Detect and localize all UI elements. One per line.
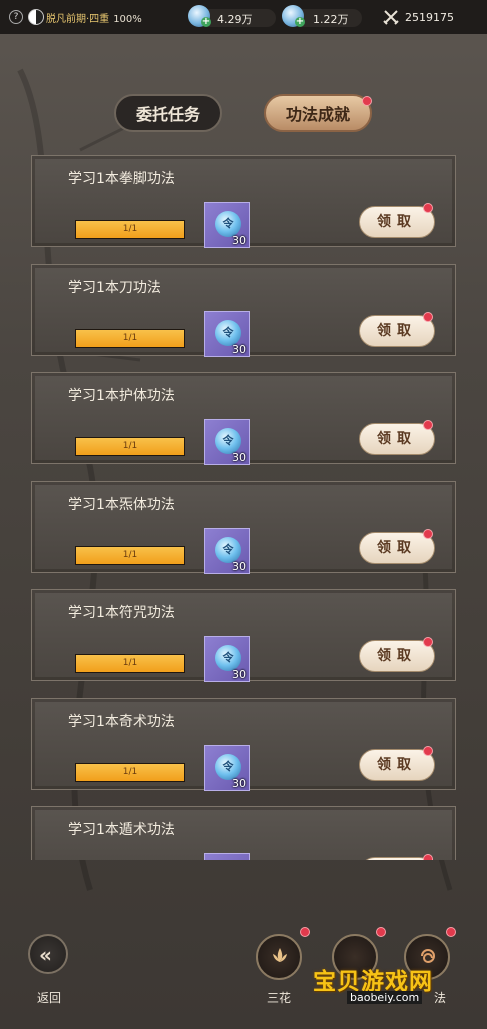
progress-text: 1/1 xyxy=(122,549,138,560)
list-item: 学习1本护体功法 1/1 令 30 领取 xyxy=(31,372,456,465)
crossed-swords-icon xyxy=(383,10,399,25)
combat-power-value: 2519175 xyxy=(405,11,454,24)
top-status-bar: ? 脱凡前期·四重 100% + 4.29万 + 1.22万 2519175 xyxy=(0,0,487,34)
progress-text: 1/1 xyxy=(122,224,138,234)
progress-bar: 1/1 xyxy=(75,545,185,565)
notification-dot xyxy=(423,745,433,756)
reward-quantity: 30 xyxy=(232,776,246,790)
reward-item[interactable]: 令 30 xyxy=(204,310,250,357)
sanhua-button[interactable] xyxy=(256,934,302,980)
currency-spirit-stone[interactable]: + 4.29万 xyxy=(188,5,276,29)
notification-dot xyxy=(423,854,433,860)
tab-commission-tasks[interactable]: 委托任务 xyxy=(114,94,222,132)
plus-icon[interactable]: + xyxy=(201,17,211,27)
progress-text: 1/1 xyxy=(122,332,138,343)
task-title: 学习1本奇术功法 xyxy=(68,713,175,730)
progress-text: 1/1 xyxy=(122,658,138,668)
task-title: 学习1本刀功法 xyxy=(68,279,161,296)
reward-item[interactable]: 令 30 xyxy=(204,636,250,682)
realm-label: 脱凡前期·四重 xyxy=(46,14,110,25)
reward-quantity: 30 xyxy=(232,451,246,464)
reward-item[interactable]: 令 30 xyxy=(204,202,250,248)
notification-dot xyxy=(423,420,433,430)
progress-bar: 1/1 xyxy=(75,654,185,673)
notification-dot xyxy=(362,96,372,106)
plus-icon[interactable]: + xyxy=(295,17,305,27)
site-watermark: 宝贝游戏网 baobeiy.com xyxy=(305,960,455,1010)
back-arrow-icon: « xyxy=(39,943,52,967)
notification-dot xyxy=(423,203,433,213)
notification-dot xyxy=(376,927,386,937)
reward-quantity: 30 xyxy=(232,559,246,573)
lotus-icon xyxy=(273,948,287,962)
realm-percent: 100% xyxy=(113,14,142,25)
list-item: 学习1本炁体功法 1/1 令 30 领取 xyxy=(31,480,456,574)
notification-dot xyxy=(423,637,433,647)
task-title: 学习1本遁术功法 xyxy=(68,822,175,838)
progress-bar: 1/1 xyxy=(75,762,185,782)
notification-dot xyxy=(423,311,433,322)
tab-technique-achievements[interactable]: 功法成就 xyxy=(264,94,372,132)
reward-item[interactable]: 令 30 xyxy=(204,744,250,791)
reward-item[interactable]: 令 30 xyxy=(204,527,250,574)
notification-dot xyxy=(300,927,310,937)
currency-value: 1.22万 xyxy=(313,13,349,26)
task-title: 学习1本炁体功法 xyxy=(68,496,175,513)
reward-quantity: 30 xyxy=(232,668,246,681)
progress-bar: 1/1 xyxy=(75,437,185,456)
currency-jade[interactable]: + 1.22万 xyxy=(282,5,362,29)
reward-item[interactable]: 令 30 xyxy=(204,419,250,465)
back-button[interactable]: « xyxy=(28,934,68,974)
reward-item[interactable]: 令 xyxy=(204,853,250,860)
task-title: 学习1本符咒功法 xyxy=(68,605,175,621)
progress-text: 1/1 xyxy=(122,766,138,777)
achievement-list[interactable]: 学习1本拳脚功法 1/1 令 30 领取 学习1本刀功法 1/1 令 30 领取… xyxy=(31,155,456,860)
watermark-url: baobeiy.com xyxy=(347,991,423,1004)
list-item: 学习1本拳脚功法 1/1 令 30 领取 xyxy=(31,155,456,248)
sanhua-label: 三花 xyxy=(267,991,292,1005)
notification-dot xyxy=(423,528,433,539)
task-title: 学习1本拳脚功法 xyxy=(68,171,175,187)
progress-bar: 1/1 xyxy=(75,328,185,348)
back-label: 返回 xyxy=(37,991,62,1005)
progress-text: 1/1 xyxy=(122,441,138,451)
notification-dot xyxy=(446,927,456,937)
list-item: 学习1本符咒功法 1/1 令 30 领取 xyxy=(31,589,456,682)
currency-value: 4.29万 xyxy=(217,13,253,26)
list-item: 学习1本刀功法 1/1 令 30 领取 xyxy=(31,263,456,357)
cultivation-realm: 脱凡前期·四重 100% xyxy=(46,10,142,25)
task-title: 学习1本护体功法 xyxy=(68,388,175,404)
progress-bar: 1/1 xyxy=(75,220,185,239)
yin-yang-icon xyxy=(28,9,44,25)
list-item: 学习1本遁术功法 令 xyxy=(31,806,456,860)
reward-quantity: 30 xyxy=(232,342,246,356)
reward-quantity: 30 xyxy=(232,234,246,247)
help-icon[interactable]: ? xyxy=(9,10,23,24)
list-item: 学习1本奇术功法 1/1 令 30 领取 xyxy=(31,697,456,791)
